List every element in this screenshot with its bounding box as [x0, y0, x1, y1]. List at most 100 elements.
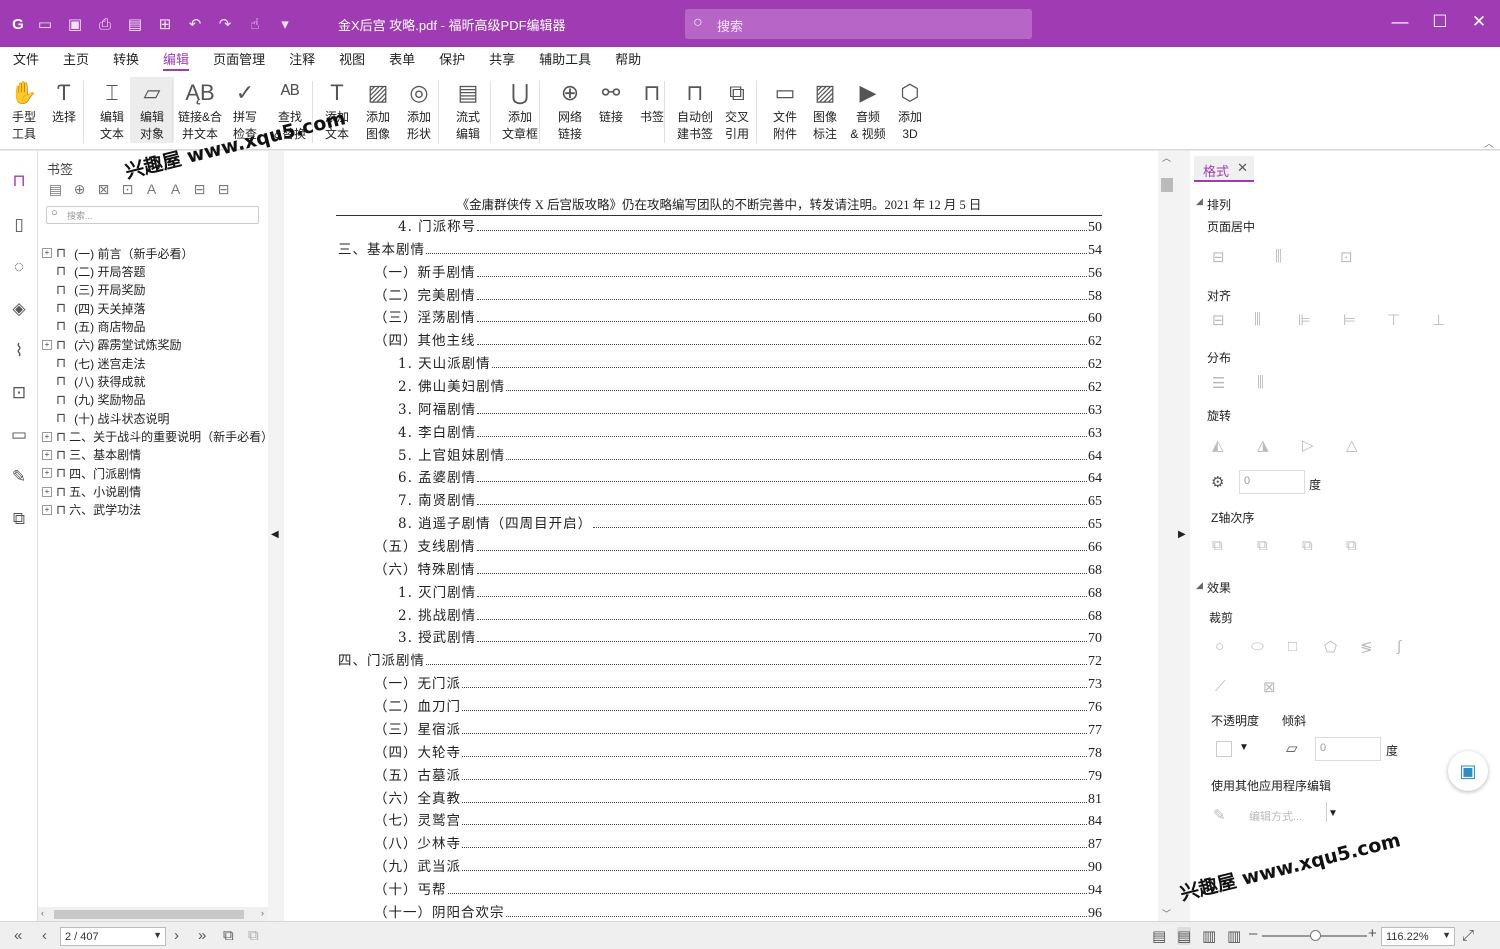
expand-icon[interactable]: ⊟	[190, 181, 209, 198]
menu-item-3[interactable]: 编辑	[163, 47, 190, 73]
new-doc-icon[interactable]: ▤	[120, 15, 150, 33]
page-dropdown-icon[interactable]: ▼	[153, 930, 162, 940]
toc-entry[interactable]: （五）支线剧情 66	[374, 535, 1102, 555]
document-view[interactable]: 《金庸群侠传 X 后宫版攻略》仍在攻略编写团队的不断完善中，转发请注明。2021…	[284, 151, 1158, 921]
flip-vertical-icon[interactable]: △	[1346, 436, 1358, 454]
toc-entry[interactable]: （六）全真教 81	[374, 787, 1102, 807]
toc-entry[interactable]: （九）武当派 90	[374, 855, 1102, 875]
ribbon-button-4[interactable]: ĄB 链接&合 并文本	[176, 77, 224, 143]
security-icon[interactable]: ⊡	[9, 383, 29, 405]
center-vertical-icon[interactable]: ⫼	[1275, 248, 1282, 265]
bring-forward-icon[interactable]: ⧉	[1302, 537, 1313, 554]
bookmark-options-icon[interactable]: ▤	[46, 181, 65, 198]
prev-page-icon[interactable]: ‹	[42, 927, 47, 944]
single-page-icon[interactable]: ▤	[1152, 927, 1166, 945]
collapse-right-panel[interactable]: ▶	[1176, 151, 1190, 921]
zoom-dropdown-icon[interactable]: ▼	[1442, 930, 1451, 940]
thumbnails-icon[interactable]: ▯	[9, 215, 29, 237]
align-middle-icon[interactable]: ⫼	[1254, 311, 1261, 328]
align-right-icon[interactable]: ⊨	[1343, 311, 1356, 329]
font-increase-icon[interactable]: A	[142, 181, 161, 198]
open-file-icon[interactable]: ▭	[30, 15, 60, 33]
toc-entry[interactable]: 4. 门派称号 50	[398, 215, 1102, 235]
align-left-icon[interactable]: ⊫	[1298, 311, 1311, 329]
menu-item-9[interactable]: 共享	[489, 47, 515, 73]
undo-icon[interactable]: ↶	[180, 15, 210, 33]
format-tab[interactable]: 格式 ✕	[1194, 156, 1254, 182]
bookmark-item[interactable]: ⊓ (九) 奖励物品	[42, 391, 145, 409]
ribbon-button-1[interactable]: Ƭ 选择	[42, 77, 86, 126]
ribbon-button-13[interactable]: ⚯ 链接	[589, 77, 633, 126]
bookmark-panel-icon[interactable]: ⊓	[9, 171, 29, 193]
zoom-input[interactable]: 116.22% ▼	[1381, 927, 1455, 946]
menu-item-1[interactable]: 主页	[63, 47, 89, 73]
ribbon-button-18[interactable]: ▨ 图像 标注	[803, 77, 847, 143]
compare-icon[interactable]: ⧉	[9, 509, 29, 531]
print-icon[interactable]: ⎙	[90, 16, 120, 33]
toc-entry[interactable]: （五）古墓派 79	[374, 764, 1102, 784]
ribbon-button-16[interactable]: ⧉ 交叉 引用	[715, 77, 759, 143]
scroll-left-icon[interactable]: ‹	[41, 908, 44, 918]
menu-item-0[interactable]: 文件	[13, 47, 39, 73]
flip-horizontal-icon[interactable]: ▷	[1302, 436, 1314, 454]
bookmark-search-input[interactable]: ○ 搜索...	[46, 206, 259, 224]
expand-toggle-icon[interactable]: +	[42, 339, 52, 350]
menu-item-10[interactable]: 辅助工具	[539, 47, 591, 73]
close-tab-icon[interactable]: ✕	[1237, 160, 1248, 176]
toc-entry[interactable]: 2. 佛山美妇剧情 62	[398, 375, 1102, 395]
ribbon-button-15[interactable]: ⊓ 自动创 建书签	[673, 77, 717, 143]
expand-toggle-icon[interactable]: +	[42, 431, 52, 442]
align-top-icon[interactable]: ⊟	[1212, 311, 1225, 329]
collapse-left-panel[interactable]: ◀	[268, 151, 284, 921]
toc-entry[interactable]: 三、基本剧情 54	[338, 238, 1102, 258]
menu-item-7[interactable]: 表单	[389, 47, 415, 73]
crop-curve-icon[interactable]: ∫	[1397, 638, 1401, 655]
expand-toggle-icon[interactable]: +	[42, 468, 52, 479]
zoom-out-icon[interactable]: –	[1249, 925, 1257, 942]
bookmark-item[interactable]: ⊓ (八) 获得成就	[42, 372, 145, 390]
crop-apply-icon[interactable]: ⟋	[1215, 678, 1226, 695]
document-vscrollbar[interactable]: ︿ ﹀	[1158, 151, 1176, 921]
ribbon-button-19[interactable]: ▶ 音频 & 视频	[845, 77, 891, 143]
bookmark-item[interactable]: + ⊓ (一) 前言（新手必看）	[42, 244, 193, 262]
expand-toggle-icon[interactable]: +	[42, 449, 52, 460]
layers-icon[interactable]: ◈	[9, 299, 29, 321]
bookmark-item[interactable]: ⊓ (七) 迷宫走法	[42, 354, 145, 372]
zoom-slider-thumb[interactable]	[1310, 930, 1321, 941]
toc-entry[interactable]: （十一）阴阳合欢宗 96	[374, 901, 1102, 921]
ribbon-button-2[interactable]: ⌶ 编辑 文本	[90, 77, 134, 143]
delete-bookmark-icon[interactable]: ⊠	[94, 181, 113, 198]
toc-entry[interactable]: （一）无门派 73	[374, 672, 1102, 692]
crop-circle-icon[interactable]: ○	[1215, 638, 1224, 655]
bookmark-item[interactable]: ⊓ (十) 战斗状态说明	[42, 409, 169, 427]
toc-entry[interactable]: （二）完美剧情 58	[374, 284, 1102, 304]
comments-icon[interactable]: ◌	[9, 257, 29, 279]
ribbon-button-12[interactable]: ⊕ 网络 链接	[548, 77, 592, 143]
crop-ellipse-icon[interactable]: ⬭	[1251, 638, 1264, 655]
menu-item-8[interactable]: 保护	[439, 47, 465, 73]
edit-method-arrow-icon[interactable]: ▼	[1328, 808, 1338, 819]
search-box[interactable]: ○ 搜索	[685, 9, 1032, 39]
toc-entry[interactable]: （六）特殊剧情 68	[374, 558, 1102, 578]
toc-entry[interactable]: （十）丐帮 94	[374, 878, 1102, 898]
continuous-facing-icon[interactable]: ▥	[1227, 927, 1241, 945]
last-page-icon[interactable]: »	[198, 927, 206, 944]
triangle-left-icon[interactable]: ◀	[271, 529, 279, 540]
opacity-dropdown-icon[interactable]: ▼	[1239, 742, 1249, 753]
toc-entry[interactable]: （三）淫荡剧情 60	[374, 306, 1102, 326]
fullscreen-icon[interactable]: ⤢	[1462, 927, 1474, 944]
create-icon[interactable]: ⊞	[150, 15, 180, 33]
ribbon-button-20[interactable]: ⬡ 添加 3D	[888, 77, 932, 143]
collapse-ribbon-icon[interactable]: ︿	[1484, 135, 1494, 150]
toc-entry[interactable]: 5. 上官姐妹剧情 64	[398, 444, 1102, 464]
first-page-icon[interactable]: «	[14, 927, 22, 944]
crop-rectangle-icon[interactable]: □	[1288, 638, 1297, 655]
expand-toggle-icon[interactable]: +	[42, 504, 52, 515]
collapse-icon[interactable]: ⊟	[214, 181, 233, 198]
ribbon-button-11[interactable]: ⋃ 添加 文章框	[497, 77, 543, 143]
toc-entry[interactable]: 8. 逍遥子剧情（四周目开启） 65	[398, 512, 1102, 532]
menu-item-4[interactable]: 页面管理	[213, 47, 265, 73]
ribbon-button-8[interactable]: ▨ 添加 图像	[356, 77, 400, 143]
expand-toggle-icon[interactable]: +	[42, 486, 52, 497]
rotate-left-icon[interactable]: ◭	[1212, 436, 1224, 454]
